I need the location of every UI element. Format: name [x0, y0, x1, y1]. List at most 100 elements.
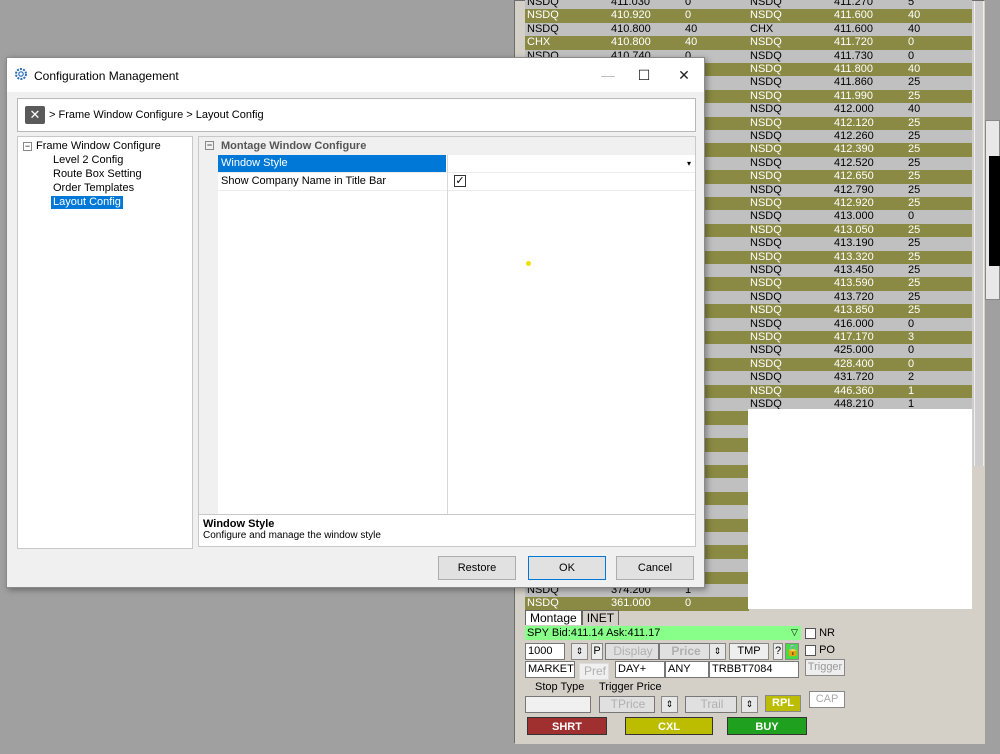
ask-row[interactable]: NSDQ 411.730 0: [748, 49, 972, 63]
tprice-input[interactable]: TPrice: [599, 696, 655, 713]
ask-row[interactable]: NSDQ 411.270 5: [748, 0, 972, 10]
level2-scrollbar[interactable]: [973, 1, 984, 466]
tree-item-frame-window-configure[interactable]: Frame Window Configure: [36, 140, 161, 153]
collapse-icon[interactable]: −: [23, 142, 32, 151]
price-cell: 412.790: [834, 183, 874, 196]
trail-input[interactable]: Trail: [685, 696, 737, 713]
size-cell: 25: [908, 277, 921, 290]
rpl-button[interactable]: RPL: [765, 695, 801, 712]
quantity-input[interactable]: 1000: [525, 643, 565, 660]
account-select[interactable]: TRBBT7084: [709, 661, 799, 678]
ask-row[interactable]: NSDQ 446.360 1: [748, 384, 972, 398]
p-button[interactable]: P: [591, 643, 603, 660]
ask-row[interactable]: NSDQ 412.390 25: [748, 143, 972, 157]
short-button[interactable]: SHRT: [527, 717, 607, 735]
price-input[interactable]: Price: [659, 643, 711, 660]
ask-row[interactable]: NSDQ 411.990 25: [748, 89, 972, 104]
restore-button[interactable]: Restore: [438, 556, 516, 580]
size-cell: 25: [908, 290, 921, 303]
size-cell: 25: [908, 130, 921, 142]
tree-item-level2-config[interactable]: Level 2 Config: [53, 154, 123, 167]
chevron-down-icon[interactable]: ▾: [687, 155, 691, 172]
size-cell: 40: [908, 63, 921, 75]
tif-select[interactable]: DAY+: [615, 661, 665, 678]
trail-stepper[interactable]: ⇕: [741, 696, 758, 713]
tree-item-route-box-setting[interactable]: Route Box Setting: [53, 168, 142, 181]
tmp-button[interactable]: TMP: [729, 643, 769, 660]
any-value: ANY: [668, 663, 691, 675]
ask-row[interactable]: NSDQ 411.720 0: [748, 36, 972, 50]
order-type-select[interactable]: MARKET: [525, 661, 575, 678]
stop-type-select[interactable]: [525, 696, 591, 713]
window-style-dropdown[interactable]: ▾: [448, 155, 695, 172]
any-select[interactable]: ANY: [665, 661, 709, 678]
ask-row[interactable]: NSDQ 412.520 25: [748, 156, 972, 171]
maximize-button[interactable]: ☐: [633, 64, 655, 86]
ask-row[interactable]: NSDQ 412.000 40: [748, 103, 972, 117]
trigger-button[interactable]: Trigger: [805, 659, 845, 676]
ask-row[interactable]: NSDQ 412.260 25: [748, 130, 972, 144]
minimize-button[interactable]: —: [597, 64, 619, 86]
price-cell: 428.400: [834, 357, 874, 370]
ask-row[interactable]: NSDQ 413.590 25: [748, 277, 972, 291]
tab-inet[interactable]: INET: [581, 610, 620, 625]
ask-row[interactable]: NSDQ 413.000 0: [748, 210, 972, 224]
property-row-show-company-name[interactable]: Show Company Name in Title Bar ✓: [218, 173, 695, 191]
dialog-titlebar[interactable]: Configuration Management — ☐ ✕: [7, 58, 704, 92]
property-row-window-style[interactable]: Window Style ▾: [218, 155, 695, 173]
price-stepper[interactable]: ⇕: [709, 643, 726, 660]
ok-button[interactable]: OK: [528, 556, 606, 580]
close-button[interactable]: ✕: [673, 64, 695, 86]
po-checkbox[interactable]: PO: [805, 644, 835, 656]
collapse-icon[interactable]: −: [205, 141, 214, 150]
breadcrumb-path: > Frame Window Configure > Layout Config: [49, 109, 264, 121]
show-company-name-checkbox[interactable]: ✓: [454, 175, 466, 187]
tab-montage[interactable]: Montage: [525, 610, 582, 625]
price-cell: 412.120: [834, 116, 874, 129]
tprice-stepper[interactable]: ⇕: [661, 696, 678, 713]
ask-row[interactable]: NSDQ 413.320 25: [748, 250, 972, 264]
tree-item-layout-config[interactable]: Layout Config: [51, 196, 123, 209]
ask-row[interactable]: NSDQ 413.720 25: [748, 290, 972, 305]
display-input[interactable]: Display: [605, 643, 659, 660]
chevron-down-icon[interactable]: ▽: [791, 627, 798, 638]
lock-icon[interactable]: 🔒: [785, 643, 800, 660]
ask-row[interactable]: NSDQ 413.190 25: [748, 237, 972, 251]
ask-row[interactable]: CHX 411.600 40: [748, 22, 972, 37]
ask-row[interactable]: NSDQ 413.450 25: [748, 264, 972, 278]
nr-checkbox[interactable]: NR: [805, 627, 835, 639]
ask-row[interactable]: NSDQ 412.120 25: [748, 116, 972, 130]
cancel-button[interactable]: Cancel: [616, 556, 694, 580]
ask-row[interactable]: NSDQ 428.400 0: [748, 357, 972, 372]
ask-row[interactable]: NSDQ 412.790 25: [748, 183, 972, 197]
column-divider[interactable]: [447, 155, 448, 515]
ask-row[interactable]: NSDQ 416.000 0: [748, 317, 972, 331]
quantity-stepper[interactable]: ⇕: [571, 643, 588, 660]
property-category[interactable]: − Montage Window Configure: [199, 137, 695, 155]
size-cell: 0: [908, 344, 915, 357]
ask-row[interactable]: NSDQ 425.000 0: [748, 344, 972, 358]
ask-row[interactable]: NSDQ 413.050 25: [748, 223, 972, 238]
buy-button[interactable]: BUY: [727, 717, 807, 735]
ask-row[interactable]: NSDQ 417.170 3: [748, 331, 972, 345]
help-button[interactable]: ?: [773, 643, 783, 660]
tree-item-order-templates[interactable]: Order Templates: [53, 182, 134, 195]
ask-row[interactable]: NSDQ 412.650 25: [748, 170, 972, 184]
mmid-cell: NSDQ: [750, 0, 782, 8]
ask-row[interactable]: NSDQ 411.860 25: [748, 76, 972, 90]
cap-button[interactable]: CAP: [809, 691, 845, 708]
size-cell: 25: [908, 116, 921, 129]
ask-row[interactable]: NSDQ 413.850 25: [748, 304, 972, 318]
ask-row[interactable]: NSDQ 411.600 40: [748, 9, 972, 23]
price-cell: 411.720: [834, 36, 873, 49]
price-cell: 413.050: [834, 223, 874, 236]
size-cell: 40: [908, 103, 921, 116]
cancel-order-button[interactable]: CXL: [625, 717, 713, 735]
scrollbar-thumb[interactable]: [975, 1, 983, 466]
size-cell: 25: [908, 264, 921, 276]
symbol-quote-bar[interactable]: SPY Bid:411.14 Ask:411.17: [525, 626, 801, 640]
ask-row[interactable]: NSDQ 431.720 2: [748, 371, 972, 385]
pref-input[interactable]: Pref: [579, 663, 609, 680]
ask-row[interactable]: NSDQ 412.920 25: [748, 197, 972, 211]
ask-row[interactable]: NSDQ 411.800 40: [748, 63, 972, 77]
